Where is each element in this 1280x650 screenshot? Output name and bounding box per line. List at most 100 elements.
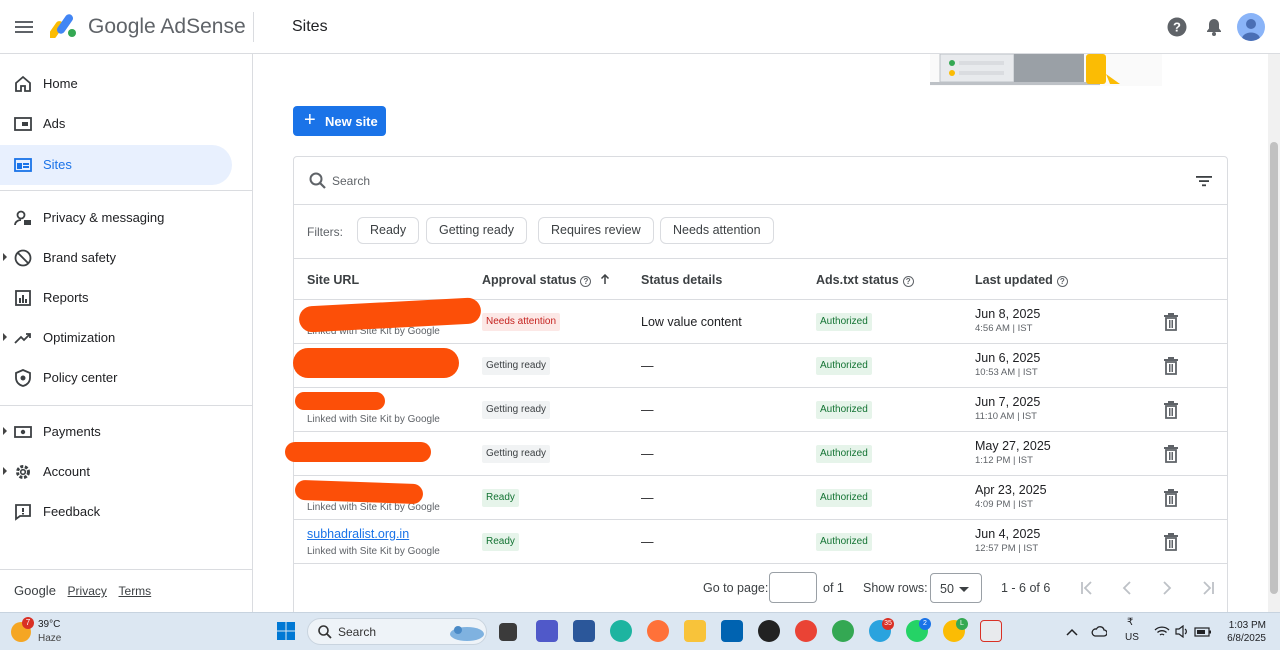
- hamburger-menu-icon[interactable]: [12, 15, 36, 39]
- filter-chip-requires-review[interactable]: Requires review: [538, 217, 654, 244]
- tray-chevron-up-icon[interactable]: [1066, 627, 1078, 637]
- brand-name[interactable]: Google AdSense: [88, 15, 246, 39]
- page-title: Sites: [292, 18, 328, 35]
- table-row[interactable]: Getting ready — Authorized May 27, 2025 …: [285, 432, 1227, 476]
- filter-chip-getting-ready[interactable]: Getting ready: [426, 217, 528, 244]
- nav-item-ads[interactable]: Ads: [0, 104, 232, 144]
- volume-icon[interactable]: [1174, 625, 1190, 638]
- nav-item-feedback[interactable]: Feedback: [0, 492, 232, 532]
- terms-link[interactable]: Terms: [119, 584, 152, 598]
- top-divider: [253, 12, 254, 42]
- previous-page-icon[interactable]: [1116, 577, 1138, 599]
- nav-label: Optimization: [43, 330, 116, 345]
- sort-arrow-up-icon[interactable]: [600, 273, 610, 285]
- weather-condition[interactable]: Haze: [38, 633, 61, 644]
- header-adstxt-status[interactable]: Ads.txt status?: [816, 273, 914, 287]
- block-icon: [14, 249, 32, 267]
- filter-list-icon[interactable]: [1194, 171, 1214, 191]
- rows-per-page-select[interactable]: 50: [930, 573, 982, 603]
- nav-label: Policy center: [43, 370, 118, 385]
- header-status-details[interactable]: Status details: [641, 273, 722, 287]
- system-clock[interactable]: 1:03 PM 6/8/2025: [1222, 619, 1266, 645]
- file-explorer-icon[interactable]: [684, 620, 706, 642]
- search-input[interactable]: [332, 171, 1132, 191]
- nav-item-policy-center[interactable]: Policy center: [0, 358, 232, 398]
- weather-temperature[interactable]: 39°C: [38, 619, 60, 630]
- adsense-logo-icon[interactable]: [50, 14, 78, 38]
- delete-trash-icon[interactable]: [1162, 356, 1180, 376]
- last-updated-time: 12:57 PM | IST: [975, 543, 1039, 554]
- delete-trash-icon[interactable]: [1162, 488, 1180, 508]
- site-url-cell: Linked with Site Kit by Google: [298, 297, 482, 344]
- shield-icon: [15, 369, 31, 387]
- site-url-cell: Linked with Site Kit by Google: [295, 388, 482, 432]
- site-url-link[interactable]: subhadralist.org.in: [307, 527, 409, 541]
- nav-item-reports[interactable]: Reports: [0, 278, 232, 318]
- nav-item-account[interactable]: Account: [0, 452, 232, 492]
- chrome-icon[interactable]: [795, 620, 817, 642]
- snipping-tool-icon[interactable]: [980, 620, 1002, 642]
- scrollbar-thumb[interactable]: [1270, 142, 1278, 594]
- help-icon[interactable]: ?: [1166, 16, 1188, 38]
- status-details: —: [641, 491, 654, 505]
- table-row[interactable]: Linked with Site Kit by Google Getting r…: [294, 388, 1227, 432]
- expand-caret-icon[interactable]: [3, 333, 7, 341]
- firefox-icon[interactable]: [647, 620, 669, 642]
- nav-item-optimization[interactable]: Optimization: [0, 318, 232, 358]
- taskbar-search-box[interactable]: Search: [307, 618, 487, 645]
- nav-item-privacy-messaging[interactable]: Privacy & messaging: [0, 198, 232, 238]
- approval-status-badge: Getting ready: [482, 401, 551, 419]
- expand-caret-icon[interactable]: [3, 467, 7, 475]
- notifications-bell-icon[interactable]: [1203, 16, 1225, 38]
- delete-trash-icon[interactable]: [1162, 312, 1180, 332]
- new-site-button[interactable]: + New site: [293, 106, 386, 136]
- table-row[interactable]: Linked with Site Kit by Google Needs att…: [294, 297, 1227, 344]
- header-site-url[interactable]: Site URL: [307, 273, 359, 287]
- goto-page-input[interactable]: [769, 572, 817, 603]
- delete-trash-icon[interactable]: [1162, 444, 1180, 464]
- edge-browser-icon[interactable]: [610, 620, 632, 642]
- header-adstxt-label: Ads.txt status: [816, 273, 899, 287]
- site-kit-note: Linked with Site Kit by Google: [307, 502, 440, 513]
- expand-caret-icon[interactable]: [3, 427, 7, 435]
- onedrive-cloud-icon[interactable]: [1091, 624, 1107, 638]
- nav-item-sites[interactable]: Sites: [0, 145, 232, 185]
- table-row[interactable]: subhadralist.org.in Linked with Site Kit…: [294, 520, 1227, 564]
- wifi-icon[interactable]: [1154, 625, 1170, 638]
- whiteboard-icon[interactable]: [573, 620, 595, 642]
- table-row[interactable]: Linked with Site Kit by Google Ready — A…: [294, 476, 1227, 520]
- delete-trash-icon[interactable]: [1162, 532, 1180, 552]
- table-row[interactable]: Getting ready — Authorized Jun 6, 2025 1…: [293, 344, 1227, 388]
- input-language-symbol[interactable]: ₹: [1127, 617, 1133, 628]
- last-page-icon[interactable]: [1197, 577, 1219, 599]
- info-icon[interactable]: ?: [902, 276, 914, 287]
- header-approval-status[interactable]: Approval status?: [482, 273, 610, 287]
- expand-caret-icon[interactable]: [3, 253, 7, 261]
- input-language-code[interactable]: US: [1125, 632, 1139, 643]
- obs-icon[interactable]: [758, 620, 780, 642]
- windows-start-icon[interactable]: [276, 621, 296, 641]
- next-page-icon[interactable]: [1156, 577, 1178, 599]
- first-page-icon[interactable]: [1076, 577, 1098, 599]
- filter-chip-ready[interactable]: Ready: [357, 217, 420, 244]
- approval-status-badge: Needs attention: [482, 313, 561, 331]
- account-avatar[interactable]: [1237, 13, 1265, 41]
- header-updated-label: Last updated: [975, 273, 1053, 287]
- task-view-icon[interactable]: [499, 623, 517, 641]
- info-icon[interactable]: ?: [1056, 276, 1068, 287]
- privacy-link[interactable]: Privacy: [68, 584, 107, 598]
- battery-icon[interactable]: [1194, 625, 1212, 638]
- nav-item-payments[interactable]: Payments: [0, 412, 232, 452]
- header-last-updated[interactable]: Last updated?: [975, 273, 1068, 287]
- ads-icon: [14, 117, 32, 131]
- filter-chip-needs-attention[interactable]: Needs attention: [660, 217, 774, 244]
- info-icon[interactable]: ?: [580, 276, 592, 287]
- store-icon[interactable]: [721, 620, 743, 642]
- teams-icon[interactable]: [536, 620, 558, 642]
- delete-trash-icon[interactable]: [1162, 400, 1180, 420]
- nav-item-home[interactable]: Home: [0, 64, 232, 104]
- nav-label: Brand safety: [43, 250, 116, 265]
- rows-per-page-value: 50: [940, 582, 954, 596]
- nav-item-brand-safety[interactable]: Brand safety: [0, 238, 232, 278]
- chrome-profile-icon[interactable]: [832, 620, 854, 642]
